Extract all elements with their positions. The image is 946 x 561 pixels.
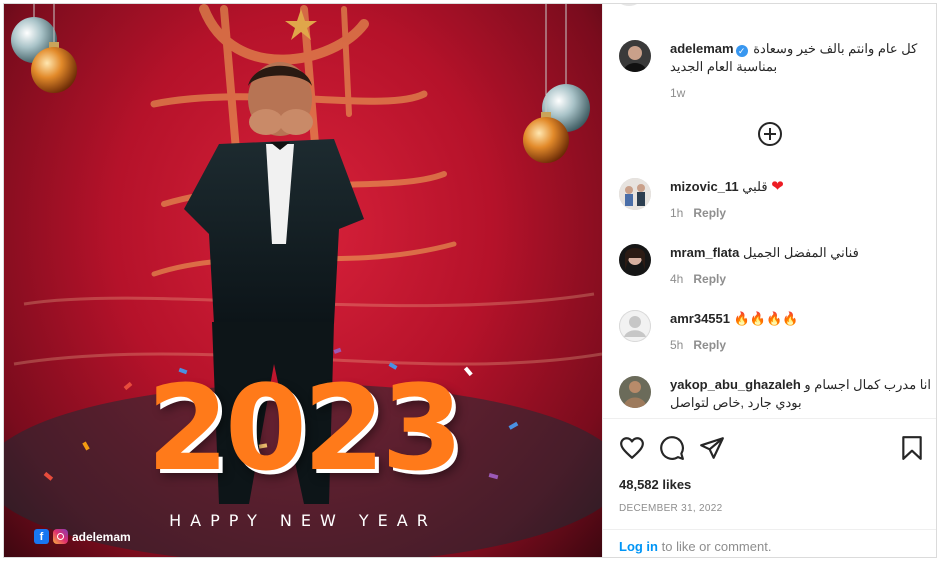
year-value: 2023 [146,359,463,497]
default-avatar-icon[interactable] [619,310,651,342]
image-handle-text: adelemam [72,529,131,544]
comments-panel: adelemam ✓ كل عام وانتم بالف خير وسعادة ب… [602,4,936,557]
reply-button[interactable]: Reply [693,272,726,286]
comment-time[interactable]: 4h [670,272,683,286]
comment-row: amr34551 🔥🔥🔥🔥 5h Reply [619,310,929,356]
post-date[interactable]: DECEMBER 31, 2022 [619,503,722,514]
comment-meta: 5h Reply [670,336,932,354]
share-icon[interactable] [699,435,725,461]
comment-row: mram_flata فناني المفضل الجميل 4h Reply [619,244,929,290]
bookmark-icon[interactable] [899,435,925,461]
fire-emojis: 🔥🔥🔥🔥 [733,311,799,326]
image-social-handle: f adelemam [34,529,131,544]
caption-meta: 1w [670,84,932,102]
comment-time[interactable]: 1h [670,206,683,220]
comment-username[interactable]: mram_flata [670,245,739,260]
heart-emoji: ❤ [771,178,784,195]
login-prompt: Log in to like or comment. [603,529,936,557]
caption-username[interactable]: adelemam [670,41,734,56]
login-prompt-text: to like or comment. [658,539,772,554]
post-frame: 2023 HAPPY NEW YEAR f adelemam adelemam ✓… [3,3,937,558]
comment-meta: 4h Reply [670,270,932,288]
happy-new-year-text: HAPPY NEW YEAR [169,511,437,530]
verified-badge-icon: ✓ [735,45,748,57]
avatar[interactable] [619,40,651,72]
comment-meta: 1h Reply [670,204,932,222]
plus-circle-icon[interactable] [758,122,782,146]
comment-username[interactable]: mizovic_11 [670,179,739,194]
avatar[interactable] [619,244,651,276]
comment-row: mizovic_11 قلبي ❤ 1h Reply [619,178,929,224]
caption-time[interactable]: 1w [670,86,685,100]
comment-text: قلبي [742,179,768,194]
comment-username[interactable]: amr34551 [670,311,730,326]
comment-text: فناني المفضل الجميل [743,245,859,260]
caption-row: adelemam ✓ كل عام وانتم بالف خير وسعادة ب… [619,40,929,100]
comments-scroll-area[interactable]: adelemam ✓ كل عام وانتم بالف خير وسعادة ب… [603,4,936,418]
likes-count[interactable]: 48,582 likes [619,477,691,492]
comment-username[interactable]: yakop_abu_ghazaleh [670,377,801,392]
avatar[interactable] [619,376,651,408]
facebook-icon: f [34,529,49,544]
comment-time[interactable]: 5h [670,338,683,352]
login-link[interactable]: Log in [619,539,658,554]
year-2023-text: 2023 [4,359,602,497]
comment-icon[interactable] [659,435,685,461]
reply-button[interactable]: Reply [693,338,726,352]
post-image[interactable]: 2023 HAPPY NEW YEAR f adelemam [4,4,602,557]
comment-row: yakop_abu_ghazaleh انا مدرب كمال اجسام و… [619,376,931,418]
previous-avatar-peek [617,4,641,6]
heart-icon[interactable] [619,435,645,461]
avatar[interactable] [619,178,651,210]
instagram-icon [53,529,68,544]
post-actions: 48,582 likes DECEMBER 31, 2022 [603,418,936,533]
reply-button[interactable]: Reply [693,206,726,220]
